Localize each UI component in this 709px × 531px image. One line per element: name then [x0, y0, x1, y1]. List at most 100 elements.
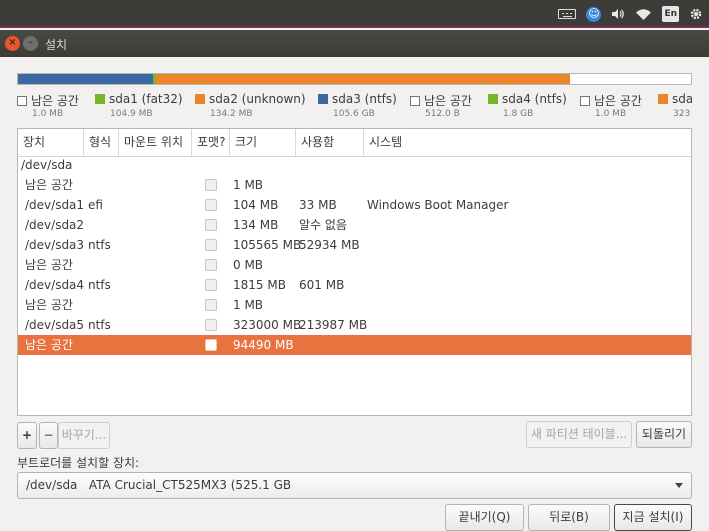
cell-device: /dev/sda4 [25, 278, 85, 292]
keyboard-icon[interactable] [558, 6, 577, 22]
accessibility-icon[interactable]: ☺ [586, 6, 602, 22]
new-partition-table-button[interactable]: 새 파티션 테이블... [526, 421, 632, 448]
cell-size: 0 MB [233, 258, 264, 272]
format-checkbox[interactable] [205, 219, 217, 231]
table-row[interactable]: /dev/sda5 ntfs 323000 MB 213987 MB [18, 315, 691, 335]
legend-item: sda3 (ntfs) 105.6 GB [318, 92, 397, 119]
legend-size: 1.0 MB [32, 109, 64, 119]
format-checkbox[interactable] [205, 319, 217, 331]
table-row[interactable]: /dev/sda1 efi 104 MB 33 MB Windows Boot Mana… [18, 195, 691, 215]
table-row[interactable]: 남은 공간 0 MB [18, 255, 691, 275]
cell-used: 알수 없음 [299, 218, 347, 232]
legend-name: sda [672, 92, 692, 106]
table-group-row[interactable]: /dev/sda [18, 155, 691, 175]
cell-size: 1815 MB [233, 278, 286, 292]
quit-button[interactable]: 끝내기(Q) [445, 504, 524, 531]
wifi-icon[interactable] [635, 6, 652, 22]
column-header-used[interactable]: 사용함 [296, 129, 364, 156]
legend-size: 105.6 GB [333, 109, 375, 119]
legend-item: sda 323 [658, 92, 692, 119]
cell-device: /dev/sda2 [25, 218, 85, 232]
panel-accent-stripe [0, 26, 709, 28]
table-row[interactable]: 남은 공간 1 MB [18, 175, 691, 195]
back-button[interactable]: 뒤로(B) [528, 504, 610, 531]
legend-name: 남은 공간 [594, 94, 642, 108]
cell-device: /dev/sda3 [25, 238, 85, 252]
language-indicator[interactable]: En [662, 6, 679, 22]
legend-swatch [17, 96, 27, 106]
legend-size: 134.2 MB [210, 109, 253, 119]
gear-icon[interactable] [689, 6, 703, 22]
legend-item: 남은 공간 1.0 MB [580, 92, 642, 119]
install-now-button[interactable]: 지금 설치(I) [614, 504, 692, 531]
legend-name: 남은 공간 [31, 94, 79, 108]
table-row[interactable]: 남은 공간 94490 MB [18, 335, 691, 355]
legend-swatch [488, 94, 498, 104]
table-header: 장치 형식 마운트 위치 포맷? 크기 사용함 시스템 [18, 129, 691, 157]
cell-device: /dev/sda1 [25, 198, 85, 212]
group-device: /dev/sda [21, 158, 73, 172]
legend-item: sda1 (fat32) 104.9 MB [95, 92, 183, 119]
format-checkbox[interactable] [205, 239, 217, 251]
revert-button[interactable]: 되돌리기 [636, 421, 692, 448]
close-button[interactable]: × [5, 36, 20, 51]
column-header-system[interactable]: 시스템 [364, 129, 691, 156]
change-partition-button[interactable]: 바꾸기... [58, 422, 110, 449]
cell-size: 134 MB [233, 218, 279, 232]
partition-legend: 남은 공간 1.0 MB sda1 (fat32) 104.9 MB sda2 (unk… [17, 92, 692, 122]
column-header-format[interactable]: 포맷? [192, 129, 230, 156]
legend-name: 남은 공간 [424, 94, 472, 108]
cell-used: 213987 MB [299, 318, 368, 332]
legend-size: 104.9 MB [110, 109, 153, 119]
legend-swatch [580, 96, 590, 106]
minimize-button[interactable]: – [23, 36, 38, 51]
window-title: 설치 [45, 38, 68, 52]
cell-size: 1 MB [233, 178, 264, 192]
system-tray: ☺ En [558, 6, 703, 22]
format-checkbox[interactable] [205, 179, 217, 191]
legend-swatch [195, 94, 205, 104]
cell-type: ntfs [88, 278, 111, 292]
cell-used: 601 MB [299, 278, 345, 292]
partition-bar-segment [569, 74, 691, 84]
column-header-size[interactable]: 크기 [230, 129, 296, 156]
volume-icon[interactable] [611, 6, 625, 22]
cell-device: /dev/sda5 [25, 318, 85, 332]
table-row[interactable]: 남은 공간 1 MB [18, 295, 691, 315]
cell-size: 104 MB [233, 198, 279, 212]
legend-name: sda4 (ntfs) [502, 92, 567, 106]
legend-name: sda3 (ntfs) [332, 92, 397, 106]
top-panel: ☺ En [0, 0, 709, 28]
table-row[interactable]: /dev/sda2 134 MB 알수 없음 [18, 215, 691, 235]
legend-swatch [658, 94, 668, 104]
remove-partition-button[interactable]: − [39, 422, 58, 449]
cell-size: 105565 MB [233, 238, 302, 252]
legend-swatch [410, 96, 420, 106]
column-header-mount[interactable]: 마운트 위치 [119, 129, 192, 156]
cell-type: ntfs [88, 238, 111, 252]
cell-used: 33 MB [299, 198, 337, 212]
window-titlebar[interactable]: × – 설치 [0, 30, 709, 57]
partition-table[interactable]: 장치 형식 마운트 위치 포맷? 크기 사용함 시스템 /dev/sda 남은 … [17, 128, 692, 416]
legend-name: sda1 (fat32) [109, 92, 183, 106]
legend-item: sda2 (unknown) 134.2 MB [195, 92, 306, 119]
cell-device: 남은 공간 [25, 258, 73, 272]
legend-name: sda2 (unknown) [209, 92, 306, 106]
partition-bar-segment [155, 74, 570, 84]
column-header-device[interactable]: 장치 [18, 129, 84, 156]
legend-item: sda4 (ntfs) 1.8 GB [488, 92, 567, 119]
column-header-type[interactable]: 형식 [84, 129, 119, 156]
legend-swatch [318, 94, 328, 104]
cell-device: 남은 공간 [25, 178, 73, 192]
cell-used: 52934 MB [299, 238, 360, 252]
bootloader-device-select[interactable]: /dev/sda ATA Crucial_CT525MX3 (525.1 GB [17, 472, 692, 499]
add-partition-button[interactable]: + [17, 422, 37, 449]
format-checkbox[interactable] [205, 259, 217, 271]
table-row[interactable]: /dev/sda4 ntfs 1815 MB 601 MB [18, 275, 691, 295]
format-checkbox[interactable] [205, 339, 217, 351]
bootloader-device-value: /dev/sda ATA Crucial_CT525MX3 (525.1 GB [26, 478, 292, 492]
format-checkbox[interactable] [205, 299, 217, 311]
table-row[interactable]: /dev/sda3 ntfs 105565 MB 52934 MB [18, 235, 691, 255]
format-checkbox[interactable] [205, 279, 217, 291]
format-checkbox[interactable] [205, 199, 217, 211]
